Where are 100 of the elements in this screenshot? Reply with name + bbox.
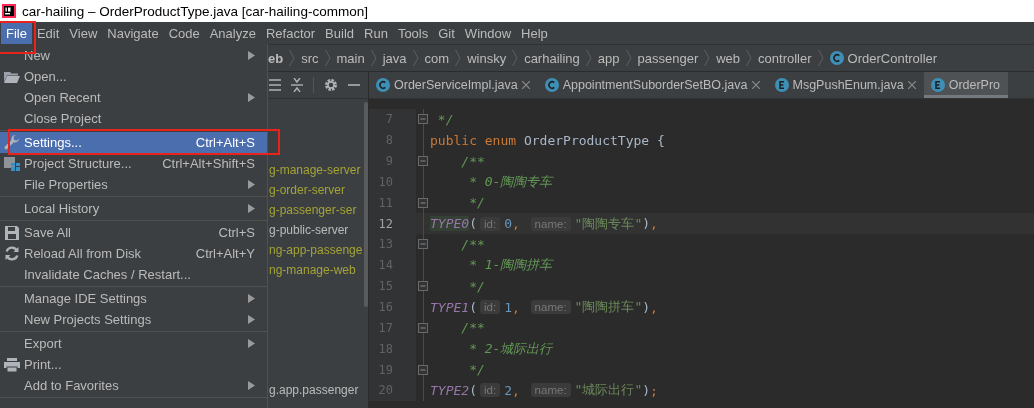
breadcrumb-item[interactable]: src [301, 50, 319, 66]
project-tree-item[interactable]: ng-app-passenge [269, 243, 363, 257]
parameter-hint: name: [530, 383, 571, 398]
menu-bar-item[interactable]: Window [459, 22, 517, 44]
close-icon[interactable] [907, 81, 916, 89]
collapse-all-icon[interactable] [291, 78, 303, 92]
code-token: , [650, 216, 658, 232]
project-tree-item[interactable]: g-public-server [269, 223, 349, 237]
code-token: */ [436, 111, 454, 127]
menu-item[interactable]: Local History [0, 198, 267, 219]
project-tree-item[interactable]: g-passenger-ser [269, 203, 357, 217]
fold-marker-icon[interactable] [418, 322, 428, 333]
chevron-icon [817, 49, 824, 67]
reload-icon [4, 246, 20, 261]
fold-marker-icon[interactable] [418, 281, 428, 292]
breadcrumb-item[interactable]: OrderController [847, 50, 938, 66]
menu-item[interactable]: Settings... Ctrl+Alt+S [0, 132, 267, 153]
code-token: 2 [504, 382, 512, 398]
class-icon [829, 51, 844, 65]
menu-item[interactable]: Reload All from Disk Ctrl+Alt+Y [0, 243, 267, 264]
code-token: */ [468, 278, 485, 294]
expand-all-icon[interactable] [269, 79, 281, 91]
code-token: { [657, 132, 665, 148]
menu-item[interactable]: Print... [0, 354, 267, 375]
code-token: 0 [504, 216, 512, 232]
settings-icon[interactable] [324, 78, 338, 92]
project-tree-item[interactable]: g-order-server [269, 183, 346, 197]
menu-item[interactable]: Close Project [0, 108, 267, 129]
code-token: ( [469, 216, 477, 232]
menu-item[interactable]: New Projects Settings [0, 309, 267, 330]
menu-item[interactable]: Open Recent [0, 87, 267, 108]
code-token: , [511, 299, 520, 315]
menu-bar-item[interactable]: Analyze [204, 22, 261, 44]
menu-bar-item[interactable]: Run [359, 22, 393, 44]
code-token: ) [642, 216, 651, 232]
breadcrumb-item[interactable]: carhailing [524, 50, 580, 66]
code-token: * 1-陶陶拼车 [468, 256, 553, 275]
menu-bar-item[interactable]: Code [163, 22, 205, 44]
fold-marker-icon[interactable] [418, 239, 428, 250]
close-icon[interactable] [521, 81, 530, 89]
editor-tab[interactable]: AppointmentSuborderSetBO.java [537, 72, 768, 98]
fold-marker-icon[interactable] [418, 197, 428, 208]
code-token: /** [460, 153, 485, 169]
menu-bar-item[interactable]: Edit [31, 22, 65, 44]
wrench-icon [4, 134, 20, 151]
project-structure-icon [4, 156, 20, 171]
breadcrumb-item[interactable]: main [336, 50, 365, 66]
menu-bar-item[interactable]: Tools [392, 22, 434, 44]
menu-item[interactable]: Manage IDE Settings [0, 288, 267, 309]
breadcrumb-item[interactable]: controller [758, 50, 812, 66]
breadcrumb-item[interactable]: web [716, 50, 741, 66]
menu-item[interactable]: Save All Ctrl+S [0, 222, 267, 243]
menu-bar-item[interactable]: Git [433, 22, 460, 44]
breadcrumb-item[interactable]: eb [268, 50, 284, 66]
editor-tab[interactable]: OrderServiceImpl.java [369, 72, 538, 98]
code-token: ( [469, 382, 477, 398]
project-tree-item[interactable]: g.app.passenger [269, 383, 359, 397]
chevron-icon [412, 49, 419, 67]
breadcrumb-item[interactable]: winsky [467, 50, 507, 66]
code-token: /** [460, 320, 485, 336]
code-token: */ [468, 362, 485, 378]
code-token: ) [642, 299, 651, 315]
breadcrumb-item[interactable]: app [597, 50, 620, 66]
menu-item[interactable]: Project Structure... Ctrl+Alt+Shift+S [0, 153, 267, 174]
project-tree-item[interactable]: g-manage-server [269, 163, 361, 177]
class-icon [544, 78, 559, 92]
breadcrumb-item[interactable]: com [424, 50, 450, 66]
menu-bar-item[interactable]: Help [516, 22, 553, 44]
line-number: 12 [377, 216, 393, 231]
editor-tab[interactable]: OrderPro [923, 72, 1009, 98]
breadcrumb-item[interactable]: java [382, 50, 407, 66]
menu-item[interactable]: Export [0, 333, 267, 354]
editor-tab[interactable]: MsgPushEnum.java [767, 72, 924, 98]
menu-item[interactable]: Add to Favorites [0, 375, 267, 396]
code-token: OrderProductType [523, 132, 651, 148]
code-token: /** [460, 237, 485, 252]
menu-item[interactable]: Open... [0, 66, 267, 87]
fold-marker-icon[interactable] [418, 156, 428, 167]
fold-marker-icon[interactable] [418, 364, 428, 375]
menu-bar-item[interactable]: View [64, 22, 103, 44]
parameter-hint: name: [530, 216, 571, 231]
parameter-hint: id: [479, 383, 501, 398]
minimize-icon[interactable] [348, 83, 360, 87]
menu-bar-item[interactable]: File [1, 22, 32, 44]
chevron-icon [370, 49, 377, 67]
enum-icon [930, 78, 945, 92]
chevron-icon [704, 49, 711, 67]
menu-bar-item[interactable]: Refactor [260, 22, 321, 44]
menu-bar-item[interactable]: Navigate [102, 22, 164, 44]
fold-marker-icon[interactable] [418, 114, 428, 125]
class-icon [376, 78, 390, 92]
project-tree-item[interactable]: ng-manage-web [269, 263, 356, 277]
menu-item[interactable]: File Properties [0, 174, 267, 195]
code-token: "城际出行" [574, 381, 643, 400]
code-token: public enum [430, 132, 518, 148]
menu-item[interactable]: Invalidate Caches / Restart... [0, 264, 267, 285]
menu-bar-item[interactable]: Build [320, 22, 359, 44]
breadcrumb-item[interactable]: passenger [637, 50, 699, 66]
code-token: */ [468, 195, 485, 211]
close-icon[interactable] [751, 81, 760, 89]
